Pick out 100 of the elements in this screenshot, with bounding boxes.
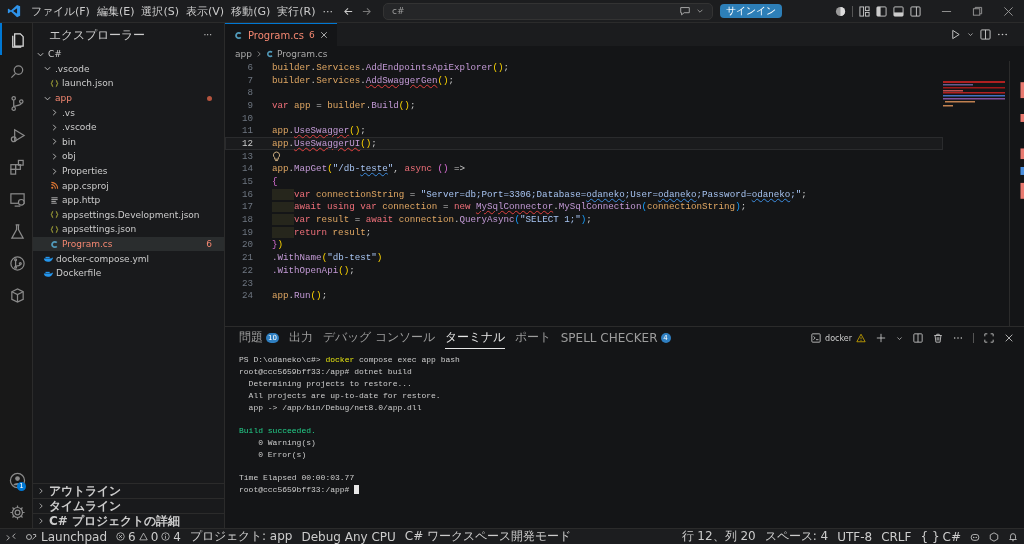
menu-item[interactable]: ファイル(F) [31, 3, 90, 19]
menu-item[interactable]: 移動(G) [231, 3, 271, 19]
menu-item[interactable]: 実行(R) [277, 3, 316, 19]
launchpad-item[interactable]: Launchpad [25, 529, 108, 544]
status-item[interactable]: プロジェクト: app [189, 528, 293, 544]
maximize-icon[interactable] [984, 333, 994, 343]
code-line: }) [272, 239, 284, 251]
status-item[interactable]: UTF-8 [837, 529, 873, 544]
editor-tab[interactable]: Program.cs 6 [225, 23, 337, 46]
restore-icon[interactable] [972, 5, 983, 17]
tree-item[interactable]: app.http [33, 192, 224, 208]
trash-icon[interactable] [933, 333, 943, 343]
tree-item-label: appsettings.json [62, 224, 138, 235]
panel-tab[interactable]: デバッグ コンソール [322, 327, 435, 349]
code-line: var connectionString = "Server=db;Port=3306;Database=odaneko;User=odaneko;Password=odaneko;"; [294, 188, 807, 200]
language-mode[interactable]: { } C# [920, 529, 961, 544]
plus-icon[interactable] [876, 333, 886, 343]
tree-item[interactable]: app.csproj [33, 178, 224, 193]
minimap-drawing [943, 81, 1005, 109]
panel-tab[interactable]: 出力 [288, 327, 313, 349]
terminal-selector[interactable]: docker [811, 333, 866, 343]
warning-count: 0 [150, 529, 159, 544]
code-line: builder.Services.AddEndpointsApiExplorer(); [272, 61, 510, 73]
line-number: 10 [240, 112, 253, 124]
problems-item[interactable]: 6 0 4 [116, 529, 181, 544]
globe-icon[interactable] [835, 5, 846, 17]
run-icon[interactable] [950, 29, 961, 40]
remote-monitor-icon [8, 190, 26, 208]
hexagon-icon[interactable] [989, 531, 999, 542]
bell-icon[interactable] [1008, 531, 1018, 542]
tree-item[interactable]: app [33, 90, 224, 106]
tree-item[interactable]: .vscode [33, 119, 224, 135]
close-icon[interactable] [1003, 5, 1014, 17]
chevron-down-icon[interactable] [896, 334, 903, 342]
tree-item[interactable]: docker-compose.yml [33, 251, 224, 266]
tree-item-label: Dockerfile [56, 268, 103, 279]
panel-tab[interactable]: ターミナル [444, 327, 505, 349]
search-icon [8, 62, 26, 80]
more-menu[interactable]: ··· [322, 4, 333, 18]
section-header[interactable]: タイムライン [33, 498, 224, 513]
close-icon[interactable] [1004, 333, 1014, 343]
status-item[interactable]: スペース: 4 [764, 528, 829, 544]
tree-item-label: .vscode [62, 122, 98, 133]
status-item[interactable]: C# ワークスペース開発モード [404, 528, 572, 544]
layout-icon[interactable] [859, 5, 870, 17]
tree-item[interactable]: Dockerfile [33, 265, 224, 281]
breadcrumb-item[interactable]: Program.cs [276, 48, 328, 59]
chevron-down-icon[interactable] [967, 31, 974, 38]
back-arrow-icon[interactable] [343, 5, 354, 17]
tree-item[interactable]: C# [33, 47, 224, 62]
tree-item[interactable]: .vscode [33, 61, 224, 77]
menu-item[interactable]: 選択(S) [141, 3, 180, 19]
tree-item[interactable]: Program.cs 6 [33, 236, 224, 252]
line-number: 12 [240, 137, 253, 149]
app-logo [7, 4, 21, 18]
tree-item[interactable]: .vs [33, 105, 224, 120]
tree-item[interactable]: appsettings.Development.json [33, 207, 224, 223]
sign-in-button[interactable]: サインイン [720, 4, 782, 18]
tree-item[interactable]: launch.json [33, 76, 224, 91]
close-icon[interactable] [319, 31, 328, 39]
problem-count: 6 [206, 239, 212, 249]
tree-item-label: appsettings.Development.json [62, 209, 201, 220]
code-line: app.MapGet("/db-teste", async () => [272, 163, 466, 175]
status-item[interactable]: 行 12、列 20 [681, 528, 756, 544]
status-item[interactable]: Debug Any CPU [301, 529, 396, 544]
tree-item[interactable]: appsettings.json [33, 222, 224, 237]
tree-item[interactable]: Properties [33, 163, 224, 179]
split-terminal-icon[interactable] [913, 333, 923, 343]
panel-tab[interactable]: ポート [514, 327, 551, 349]
search-field[interactable]: c# [383, 2, 713, 20]
terminal-line: Determining projects to restore... [247, 379, 412, 388]
line-number: 21 [240, 252, 253, 264]
info-icon [161, 532, 171, 541]
panel-toggle-icon[interactable] [893, 5, 904, 17]
split-editor-icon[interactable] [980, 29, 991, 40]
section-header[interactable]: アウトライン [33, 483, 224, 498]
lightbulb-icon[interactable] [272, 150, 281, 162]
secondary-sidebar-icon[interactable] [910, 5, 921, 17]
csharp-icon [265, 49, 274, 58]
tree-item[interactable]: obj [33, 149, 224, 164]
menu-item[interactable]: 編集(E) [96, 3, 135, 19]
menu-item[interactable]: 表示(V) [186, 3, 225, 19]
document-icon [50, 195, 59, 205]
line-number: 16 [240, 188, 253, 200]
chat-icon[interactable] [679, 5, 691, 17]
line-number: 22 [240, 264, 253, 276]
forward-arrow-icon[interactable] [361, 5, 372, 17]
breadcrumb-item[interactable]: app [235, 48, 252, 59]
terminal-line: Time Elapsed 00:00:03.77 [239, 473, 355, 483]
sidebar-toggle-icon[interactable] [876, 5, 887, 17]
csharp-icon [50, 239, 59, 249]
tree-item-label: bin [62, 136, 77, 147]
chevron-down-icon[interactable] [696, 7, 704, 15]
remote-icon[interactable] [6, 531, 16, 542]
code-line: { [272, 176, 278, 188]
more-actions-button[interactable]: ··· [203, 30, 212, 40]
copilot-icon[interactable] [970, 531, 980, 542]
tree-item[interactable]: bin [33, 134, 224, 150]
whale-icon [43, 254, 53, 264]
status-item[interactable]: CRLF [881, 529, 912, 544]
